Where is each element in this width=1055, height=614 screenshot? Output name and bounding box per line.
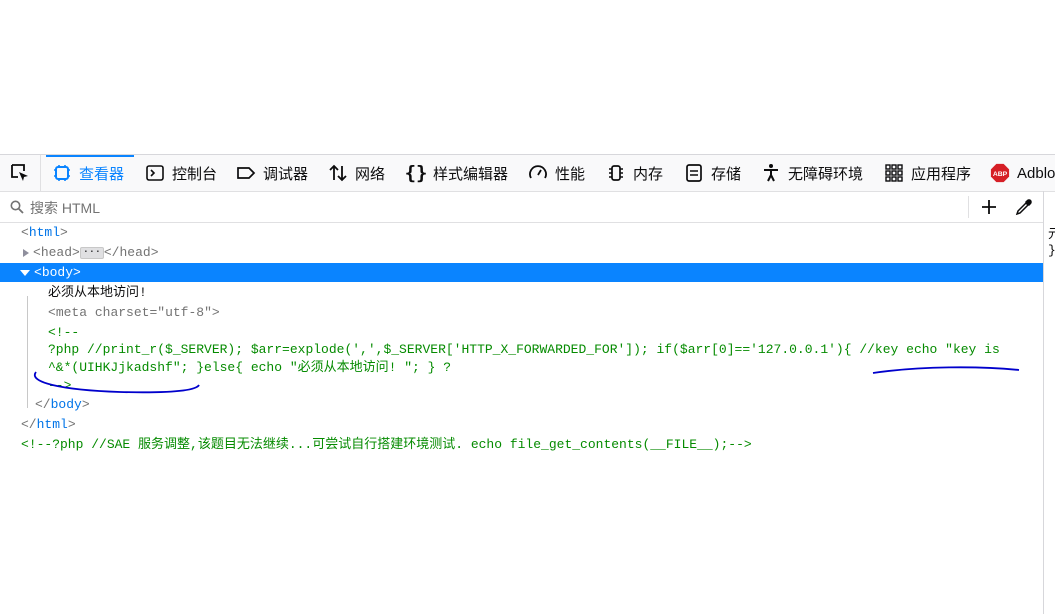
performance-icon <box>528 163 548 183</box>
comment-close: --> <box>48 378 72 393</box>
tab-accessibility[interactable]: 无障碍环境 <box>761 155 863 191</box>
accessibility-icon <box>761 163 781 183</box>
tab-console[interactable]: 控制台 <box>145 155 217 191</box>
side-panel-text: } <box>1048 243 1055 258</box>
toolbar-divider <box>968 196 969 218</box>
eyedropper-button[interactable] <box>1013 196 1035 218</box>
meta-attr-name: charset <box>94 305 150 320</box>
eyedropper-icon <box>1015 199 1032 216</box>
comment-line-1: ?php //print_r($_SERVER); $arr=explode('… <box>48 342 1000 357</box>
console-icon <box>145 163 165 183</box>
html-close-node[interactable]: </html> <box>0 415 1043 434</box>
tab-style-editor-label: 样式编辑器 <box>433 165 509 183</box>
tab-memory[interactable]: 内存 <box>606 155 663 191</box>
body-text-node[interactable]: 必须从本地访问! <box>0 283 1043 302</box>
tab-inspector[interactable]: 查看器 <box>45 155 135 191</box>
indent-guide <box>27 296 28 408</box>
add-node-button[interactable] <box>978 196 1000 218</box>
search-icon <box>10 200 24 214</box>
page-content-area <box>0 0 1055 154</box>
tab-inspector-label: 查看器 <box>79 165 125 183</box>
style-editor-icon: {} <box>404 162 428 184</box>
tab-adblock-label: Adblo <box>1017 164 1055 182</box>
tab-storage[interactable]: 存储 <box>684 155 741 191</box>
tab-performance-label: 性能 <box>555 165 586 183</box>
trailing-comment: <!--?php //SAE 服务调整,该题目无法继续...可尝试自行搭建环境测… <box>21 437 752 452</box>
comment-line: --> <box>0 376 1043 395</box>
trailing-comment-node[interactable]: <!--?php //SAE 服务调整,该题目无法继续...可尝试自行搭建环境测… <box>0 435 1043 454</box>
plus-icon <box>982 200 996 214</box>
comment-line-2: ^&*(UIHKJjkadshf"; }else{ echo "必须从本地访问!… <box>48 360 452 375</box>
collapsed-ellipsis-button[interactable]: ··· <box>79 246 104 259</box>
body-tag-name: body <box>41 265 74 280</box>
tab-performance[interactable]: 性能 <box>528 155 585 191</box>
tab-console-label: 控制台 <box>172 165 218 183</box>
abp-icon: ABP <box>990 163 1010 183</box>
panel-splitter[interactable] <box>1043 191 1044 614</box>
head-close-tag-name: head <box>119 245 151 260</box>
debugger-icon <box>236 163 256 183</box>
tab-debugger-label: 调试器 <box>263 165 309 183</box>
head-node[interactable]: <head> ··· </head> <box>0 243 1043 262</box>
meta-attr-value: utf-8 <box>165 305 205 320</box>
devtools-panel: 查看器 控制台 调试器 网络 {} 样式编辑器 性能 内存 存储 无障碍环境 应… <box>0 154 1055 614</box>
expand-arrow-icon[interactable] <box>23 248 29 257</box>
meta-tag-name: meta <box>55 305 88 320</box>
body-node-selected[interactable]: <body> <box>0 263 1043 282</box>
tab-adblock[interactable]: ABP Adblo <box>990 155 1055 191</box>
tab-network-label: 网络 <box>355 165 386 183</box>
tab-memory-label: 内存 <box>633 165 664 183</box>
comment-open: <!-- <box>48 325 80 340</box>
html-tag-name: html <box>28 225 61 240</box>
html-open-node[interactable]: <html> <box>0 223 1043 242</box>
tab-storage-label: 存储 <box>711 165 742 183</box>
tab-debugger[interactable]: 调试器 <box>236 155 308 191</box>
element-picker-button[interactable] <box>0 155 41 191</box>
body-close-tag-name: body <box>50 397 82 412</box>
tab-style-editor[interactable]: {} 样式编辑器 <box>404 155 509 191</box>
body-close-node[interactable]: </body> <box>0 395 1043 414</box>
devtools-toolbar: 查看器 控制台 调试器 网络 {} 样式编辑器 性能 内存 存储 无障碍环境 应… <box>0 155 1055 192</box>
side-panel-text: 元 <box>1048 227 1055 242</box>
element-picker-icon <box>11 164 28 181</box>
collapse-arrow-icon[interactable] <box>20 269 30 276</box>
comment-line: ^&*(UIHKJjkadshf"; }else{ echo "必须从本地访问!… <box>0 358 1043 377</box>
application-icon <box>884 163 904 183</box>
head-tag-name: head <box>40 245 73 260</box>
tab-application[interactable]: 应用程序 <box>884 155 971 191</box>
tab-application-label: 应用程序 <box>911 165 972 183</box>
storage-icon <box>684 163 704 183</box>
html-search-bar <box>0 192 1043 223</box>
tab-network[interactable]: 网络 <box>328 155 385 191</box>
comment-line: ?php //print_r($_SERVER); $arr=explode('… <box>0 340 1043 359</box>
memory-icon <box>606 163 626 183</box>
network-icon <box>328 163 348 183</box>
html-close-tag-name: html <box>36 417 68 432</box>
meta-node[interactable]: <meta charset="utf-8"> <box>0 303 1043 322</box>
body-text: 必须从本地访问! <box>48 285 147 300</box>
search-html-input[interactable] <box>28 197 932 219</box>
abp-badge-text: ABP <box>993 171 1008 178</box>
inspector-icon <box>52 163 72 183</box>
tab-accessibility-label: 无障碍环境 <box>788 165 864 183</box>
